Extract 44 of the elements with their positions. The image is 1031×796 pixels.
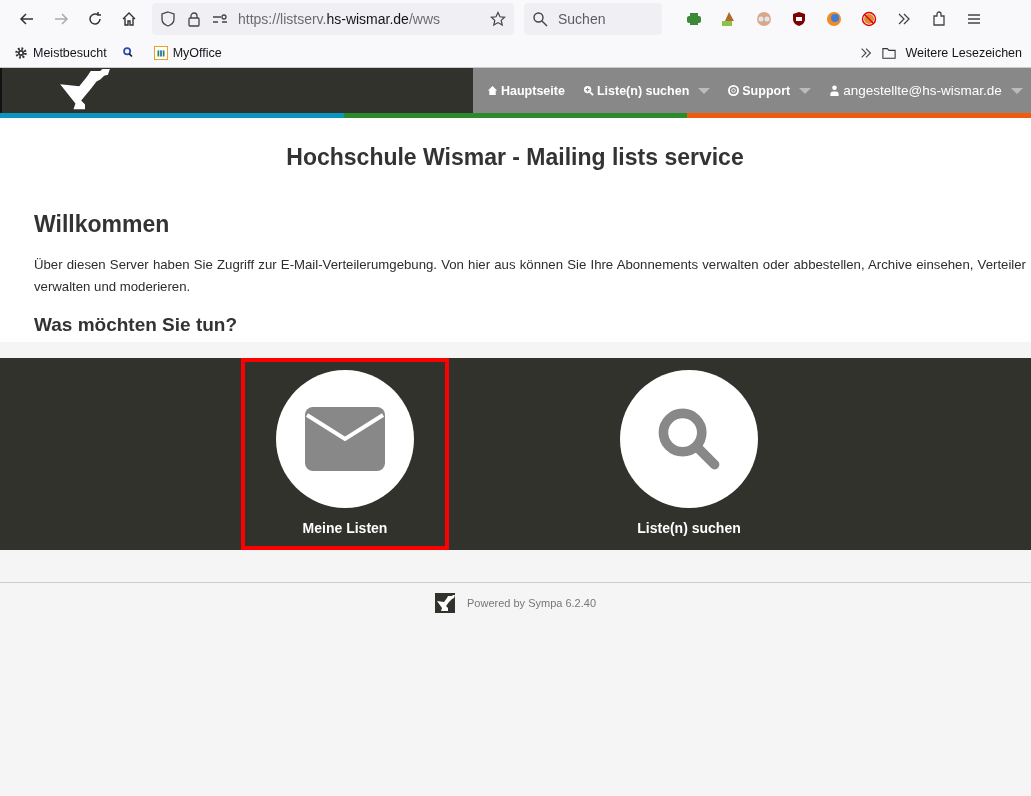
shield-badge-icon[interactable] bbox=[790, 11, 807, 27]
search-icon bbox=[582, 85, 594, 96]
welcome-heading: Willkommen bbox=[34, 211, 171, 238]
folder-icon[interactable] bbox=[882, 45, 897, 60]
action-tile[interactable]: Liste(n) suchen bbox=[585, 358, 793, 550]
blocked-icon[interactable] bbox=[860, 11, 877, 27]
search-icon bbox=[532, 11, 548, 27]
question-heading: Was möchten Sie tun? bbox=[34, 314, 239, 336]
nav-menu-item[interactable]: Liste(n) suchen bbox=[582, 83, 711, 98]
chevrons-icon[interactable] bbox=[859, 45, 874, 60]
caret-icon bbox=[698, 87, 711, 94]
printer-icon[interactable] bbox=[685, 11, 702, 27]
magnifier-icon[interactable] bbox=[120, 45, 135, 60]
page-title: Hochschule Wismar - Mailing lists service bbox=[285, 144, 745, 171]
user-icon bbox=[829, 85, 841, 96]
bookmark-link[interactable]: MyOffice bbox=[172, 45, 222, 60]
address-bar[interactable]: https://listserv.hs-wismar.de/wws bbox=[152, 3, 514, 35]
wizard-hat-icon[interactable] bbox=[720, 11, 737, 27]
action-tile[interactable]: Meine Listen bbox=[241, 358, 449, 550]
shield-icon bbox=[160, 11, 176, 27]
menu-icon[interactable] bbox=[965, 11, 982, 27]
footer-text: Powered by Sympa 6.2.40 bbox=[467, 597, 596, 609]
home-icon bbox=[487, 85, 498, 96]
bookmark-link[interactable]: Meistbesucht bbox=[33, 45, 107, 60]
lock-icon bbox=[186, 11, 202, 27]
reload-icon[interactable] bbox=[87, 11, 103, 27]
caret-icon bbox=[799, 87, 812, 94]
gear-icon[interactable] bbox=[14, 45, 28, 60]
puzzle-icon[interactable] bbox=[930, 11, 947, 27]
office-icon[interactable] bbox=[153, 45, 168, 60]
nav-menu-item[interactable]: Hauptseite bbox=[487, 83, 565, 98]
nav-menu-item[interactable]: Support bbox=[728, 83, 812, 98]
home-icon[interactable] bbox=[121, 11, 137, 27]
bird-logo bbox=[435, 593, 455, 613]
lifebuoy-icon bbox=[728, 85, 740, 96]
star-icon[interactable] bbox=[490, 11, 506, 27]
envelope-icon bbox=[305, 407, 385, 471]
nav-menu-item[interactable]: angestellte@hs-wismar.de bbox=[829, 83, 1023, 98]
bookmark-folder[interactable]: Weitere Lesezeichen bbox=[905, 45, 1022, 60]
welcome-text: Über diesen Server haben Sie Zugriff zur E-Mail-Verteilerumgebung. Von hier aus können Sie Ihre Abonnements verwalten oder abbestellen, Archive einsehen, Verteiler verwalten und moderieren. bbox=[34, 256, 1026, 296]
search-field[interactable]: Suchen bbox=[524, 3, 662, 35]
caret-icon bbox=[1010, 87, 1023, 94]
globe-icon[interactable] bbox=[825, 11, 842, 27]
back-icon[interactable] bbox=[19, 11, 35, 27]
